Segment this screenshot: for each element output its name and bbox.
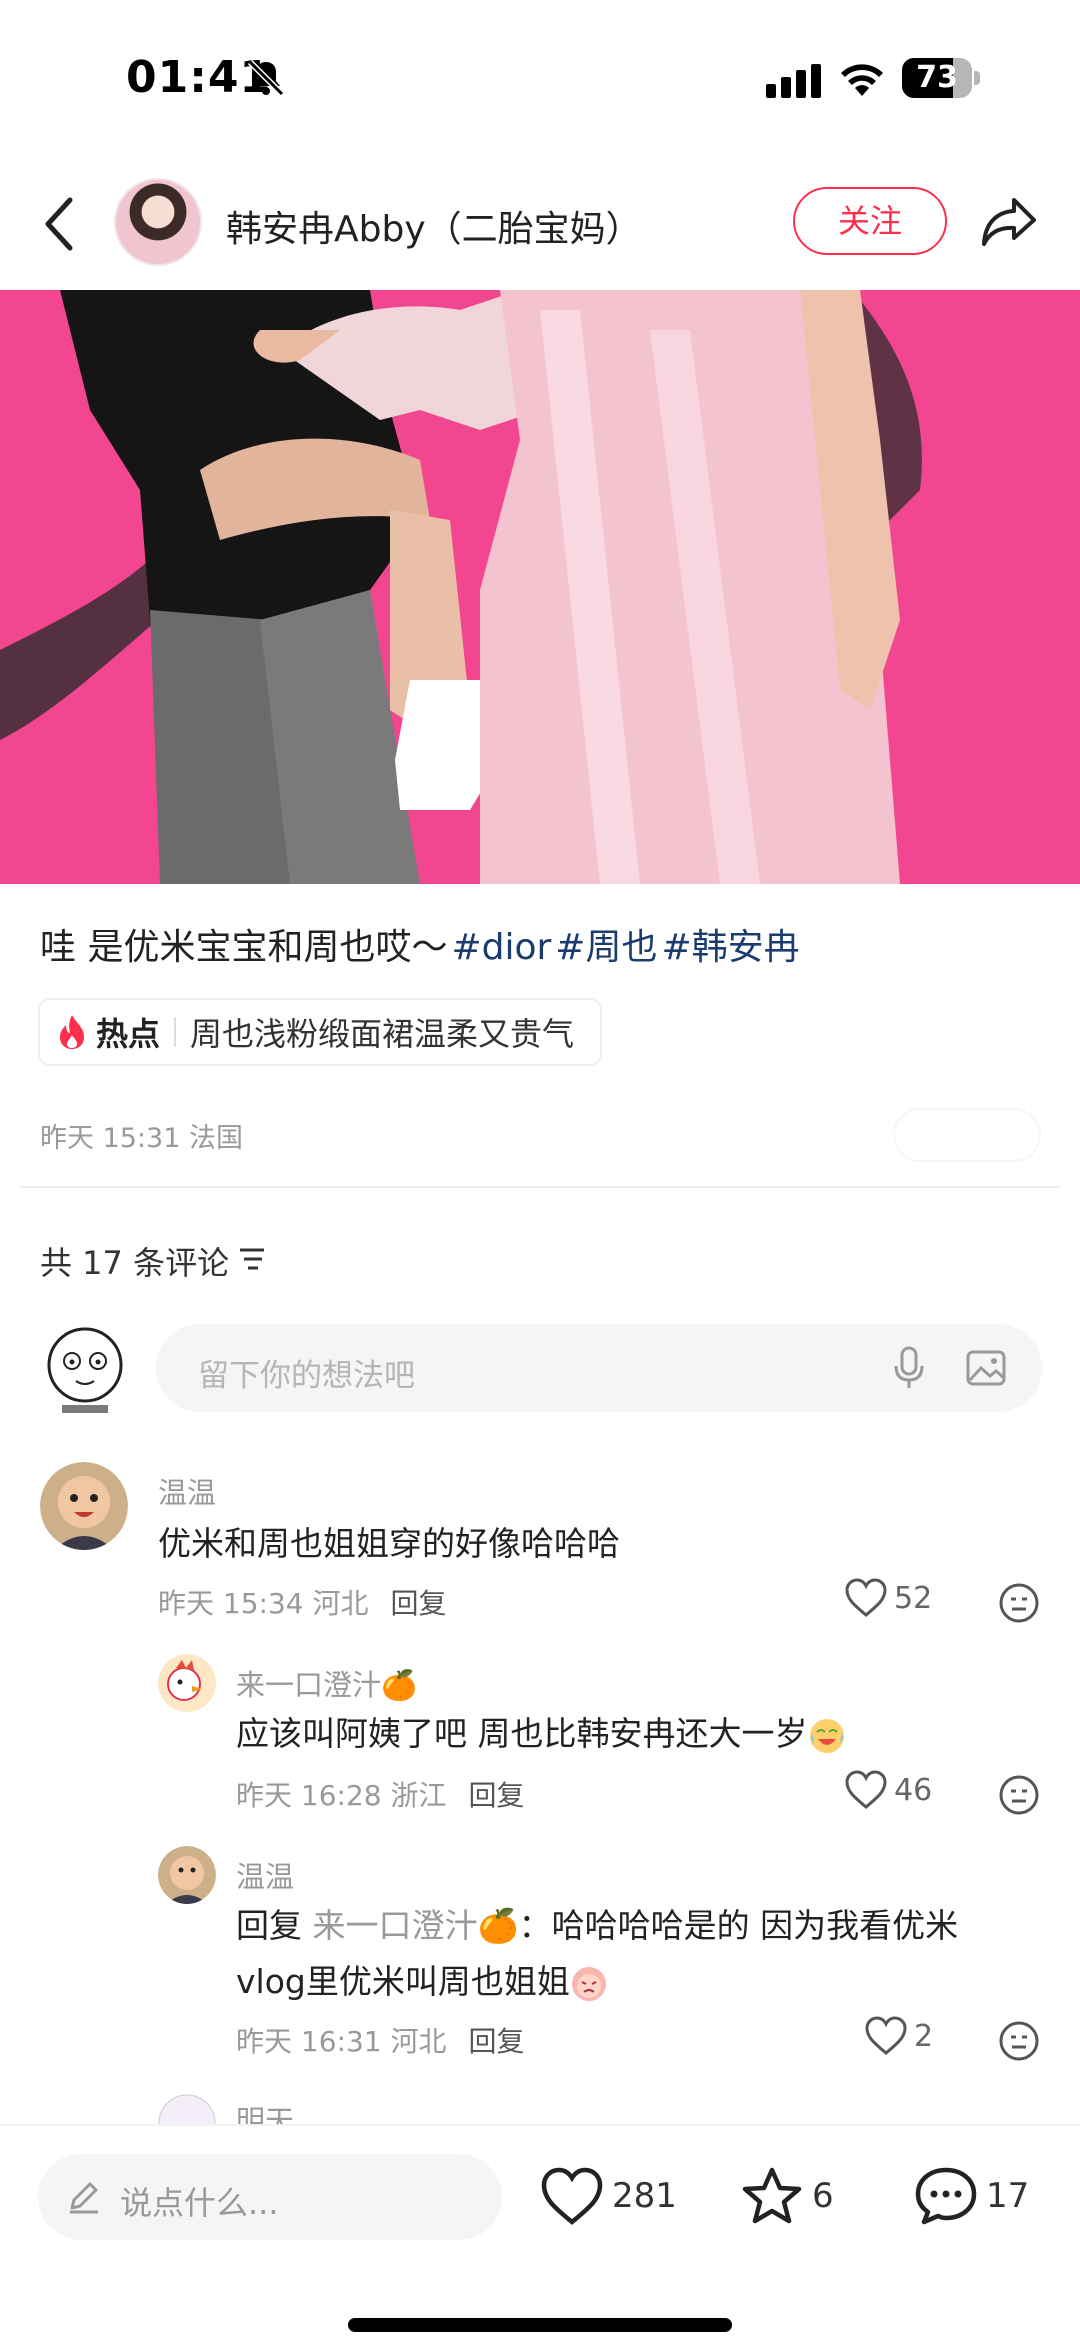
share-icon[interactable] <box>980 194 1038 250</box>
comment-input[interactable]: 留下你的想法吧 <box>156 1324 1042 1412</box>
emoji-react-icon[interactable] <box>998 1774 1040 1816</box>
author-name[interactable]: 韩安冉Abby（二胎宝妈） <box>226 200 642 252</box>
post-header: 韩安冉Abby（二胎宝妈） 关注 <box>0 160 1080 290</box>
bell-slash-icon <box>247 59 285 97</box>
like-count: 46 <box>894 1772 933 1808</box>
star-icon <box>742 2167 802 2224</box>
like-count: 2 <box>914 2018 934 2054</box>
commenter-name[interactable]: 温温 <box>158 1470 216 1512</box>
post-photo <box>0 290 1080 884</box>
bottom-action-bar: 说点什么... 281 6 17 <box>0 2124 1080 2347</box>
fire-icon <box>60 1015 84 1049</box>
comment-count: 共 17 条评论 <box>40 1244 230 1282</box>
hashtag-zhouye[interactable]: #周也 <box>555 927 657 968</box>
heart-icon <box>845 1770 887 1809</box>
like-count: 52 <box>894 1580 933 1616</box>
heart-icon <box>541 2167 603 2225</box>
reply-to-name[interactable]: 来一口澄汁🍊 <box>313 1906 519 1945</box>
comment-button[interactable]: 17 <box>914 2166 1029 2226</box>
comment-like-button[interactable]: 2 <box>864 2016 933 2056</box>
caption-text: 哇 是优米宝宝和周也哎～ <box>40 927 448 968</box>
hot-topic-tag[interactable]: 热点 周也浅粉缎面裙温柔又贵气 <box>38 998 603 1066</box>
heart-icon <box>865 2016 907 2055</box>
commenter-avatar[interactable] <box>158 1654 216 1712</box>
reply-prefix: 回复 <box>236 1906 302 1945</box>
status-bar: 01:41 73 <box>0 0 1080 150</box>
post-image[interactable] <box>0 290 1080 884</box>
faded-pill <box>893 1108 1041 1162</box>
comment-timestamp: 昨天 16:28 浙江 <box>236 1779 447 1812</box>
reply-button[interactable]: 回复 <box>391 1587 447 1620</box>
sad-face-emoji-icon <box>571 1966 606 2001</box>
like-count: 281 <box>612 2176 677 2216</box>
follow-button[interactable]: 关注 <box>793 187 947 255</box>
comment-timestamp: 昨天 16:31 河北 <box>236 2025 447 2058</box>
comment-meta: 昨天 15:34 河北 回复 <box>158 1582 447 1622</box>
commenter-avatar[interactable] <box>158 1846 216 1904</box>
image-icon[interactable] <box>966 1348 1006 1388</box>
divider <box>20 1186 1060 1188</box>
emoji-react-icon[interactable] <box>998 1582 1040 1624</box>
comment-like-button[interactable]: 52 <box>844 1578 932 1618</box>
comment-timestamp: 昨天 15:34 河北 <box>158 1587 369 1620</box>
hashtag-hananran[interactable]: #韩安冉 <box>661 927 799 968</box>
my-avatar[interactable] <box>40 1325 130 1415</box>
like-button[interactable]: 281 <box>540 2166 677 2226</box>
commenter-avatar[interactable] <box>40 1462 128 1550</box>
back-arrow-icon[interactable] <box>40 194 80 254</box>
comment-text: 回复 来一口澄汁🍊：哈哈哈哈是的 因为我看优米vlog里优米叫周也姐姐 <box>236 1898 996 2010</box>
pencil-icon <box>70 2182 98 2214</box>
say-something-input[interactable]: 说点什么... <box>38 2154 502 2240</box>
signal-icon <box>766 64 821 98</box>
favorite-count: 6 <box>812 2176 834 2216</box>
crying-laugh-emoji-icon <box>809 1718 844 1753</box>
battery-percent: 73 <box>916 60 958 95</box>
reply-button[interactable]: 回复 <box>469 2025 525 2058</box>
favorite-button[interactable]: 6 <box>740 2166 834 2226</box>
comment-input-placeholder: 留下你的想法吧 <box>198 1358 415 1394</box>
comment-text: 优米和周也姐姐穿的好像哈哈哈 <box>158 1524 620 1563</box>
emoji-react-icon[interactable] <box>998 2020 1040 2062</box>
reply-button[interactable]: 回复 <box>469 1779 525 1812</box>
comment-like-button[interactable]: 46 <box>844 1770 932 1810</box>
hashtag-dior[interactable]: #dior <box>451 927 551 968</box>
post-caption: 哇 是优米宝宝和周也哎～ #dior #周也 #韩安冉 <box>40 918 800 970</box>
sort-icon[interactable] <box>236 1245 268 1273</box>
comment-total-count: 17 <box>986 2176 1030 2216</box>
post-timestamp: 昨天 15:31 法国 <box>40 1123 243 1154</box>
comment-text-body: 应该叫阿姨了吧 周也比韩安冉还大一岁 <box>236 1714 808 1753</box>
hot-topic-text: 周也浅粉缎面裙温柔又贵气 <box>190 1015 575 1053</box>
comment-meta: 昨天 16:28 浙江 回复 <box>236 1774 525 1814</box>
comment-text: 应该叫阿姨了吧 周也比韩安冉还大一岁 <box>236 1706 996 1762</box>
commenter-name[interactable]: 温温 <box>236 1854 294 1896</box>
comment-meta: 昨天 16:31 河北 回复 <box>236 2020 525 2060</box>
home-indicator <box>348 2318 732 2332</box>
microphone-icon[interactable] <box>892 1346 926 1390</box>
heart-icon <box>845 1578 887 1617</box>
hot-separator <box>174 1017 177 1047</box>
battery-icon: 73 <box>902 58 980 98</box>
hot-label: 热点 <box>96 1015 161 1053</box>
wifi-icon <box>841 64 883 96</box>
commenter-name[interactable]: 来一口澄汁🍊 <box>236 1662 417 1704</box>
say-something-placeholder: 说点什么... <box>120 2184 279 2222</box>
author-avatar[interactable] <box>114 178 202 266</box>
chat-bubble-icon <box>915 2167 977 2225</box>
